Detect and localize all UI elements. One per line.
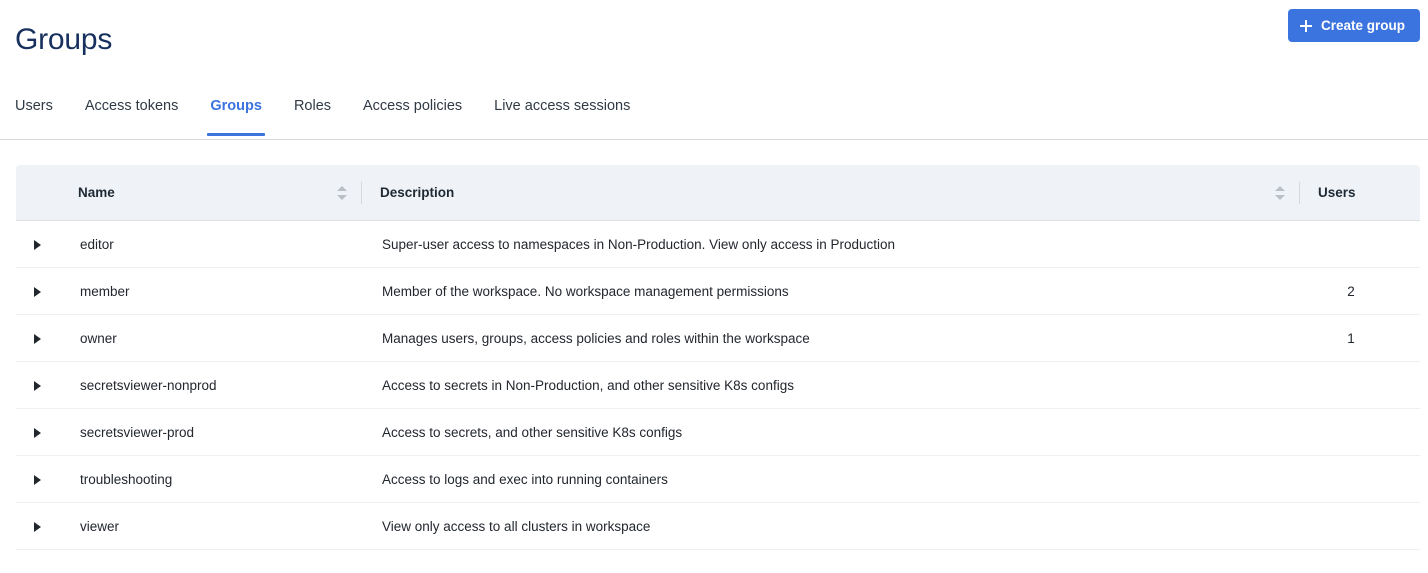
cell-group-description: Super-user access to namespaces in Non-P…: [380, 220, 1318, 268]
cell-group-name: viewer: [78, 502, 380, 550]
table-row[interactable]: secretsviewer-prod Access to secrets, and…: [16, 408, 1420, 456]
tab-access-policies[interactable]: Access policies: [363, 98, 462, 136]
chevron-right-icon[interactable]: [34, 427, 41, 438]
groups-table: Name Description Users editor Super-user…: [16, 165, 1420, 550]
row-expand-cell[interactable]: [16, 408, 78, 456]
table-header-row: Name Description Users: [16, 165, 1420, 221]
cell-group-name: member: [78, 267, 380, 315]
column-header-name: Name: [78, 165, 380, 221]
column-header-name-label: Name: [78, 185, 115, 200]
row-expand-cell[interactable]: [16, 502, 78, 550]
cell-group-description: Access to secrets in Non-Production, and…: [380, 361, 1318, 409]
column-header-users-label: Users: [1318, 185, 1356, 200]
cell-group-description: View only access to all clusters in work…: [380, 502, 1318, 550]
chevron-right-icon[interactable]: [34, 521, 41, 532]
cell-group-users: [1318, 455, 1420, 503]
table-row[interactable]: owner Manages users, groups, access polic…: [16, 314, 1420, 362]
cell-group-name: secretsviewer-nonprod: [78, 361, 380, 409]
tab-groups[interactable]: Groups: [207, 98, 265, 136]
chevron-right-icon[interactable]: [34, 239, 41, 250]
create-group-button[interactable]: Create group: [1287, 9, 1420, 42]
row-expand-cell[interactable]: [16, 220, 78, 268]
cell-group-description: Access to secrets, and other sensitive K…: [380, 408, 1318, 456]
cell-group-description: Access to logs and exec into running con…: [380, 455, 1318, 503]
row-expand-cell[interactable]: [16, 267, 78, 315]
sort-description-icon[interactable]: [1275, 185, 1285, 201]
tab-access-tokens[interactable]: Access tokens: [85, 98, 179, 136]
chevron-right-icon[interactable]: [34, 380, 41, 391]
cell-group-users: [1318, 220, 1420, 268]
column-divider: [361, 181, 362, 204]
table-body: editor Super-user access to namespaces in…: [16, 220, 1420, 550]
cell-group-users: [1318, 361, 1420, 409]
column-divider: [1299, 181, 1300, 204]
table-row[interactable]: troubleshooting Access to logs and exec i…: [16, 455, 1420, 503]
page-header: Groups Create group: [0, 0, 1428, 86]
cell-group-name: secretsviewer-prod: [78, 408, 380, 456]
plus-icon: [1299, 19, 1312, 32]
cell-group-description: Manages users, groups, access policies a…: [380, 314, 1318, 362]
row-expand-cell[interactable]: [16, 314, 78, 362]
page-title: Groups: [15, 23, 113, 56]
create-group-button-label: Create group: [1320, 18, 1405, 33]
tab-roles[interactable]: Roles: [294, 98, 331, 136]
column-header-toggle: [16, 165, 78, 221]
tab-users[interactable]: Users: [15, 98, 53, 136]
cell-group-users: 2: [1318, 267, 1420, 315]
chevron-right-icon[interactable]: [34, 333, 41, 344]
cell-group-users: 1: [1318, 314, 1420, 362]
cell-group-name: owner: [78, 314, 380, 362]
groups-page: Groups Create group Users Access tokens Gr…: [0, 0, 1428, 573]
tab-bar: Users Access tokens Groups Roles Access poli…: [0, 98, 1428, 140]
sort-name-icon[interactable]: [337, 185, 347, 201]
table-row[interactable]: secretsviewer-nonprod Access to secrets i…: [16, 361, 1420, 409]
table-header: Name Description Users: [16, 165, 1420, 221]
tab-live-access-sessions[interactable]: Live access sessions: [494, 98, 630, 136]
table-row[interactable]: viewer View only access to all clusters i…: [16, 502, 1420, 550]
cell-group-description: Member of the workspace. No workspace ma…: [380, 267, 1318, 315]
table-row[interactable]: member Member of the workspace. No worksp…: [16, 267, 1420, 315]
column-header-description: Description: [380, 165, 1318, 221]
cell-group-name: editor: [78, 220, 380, 268]
column-header-description-label: Description: [380, 185, 455, 200]
cell-group-users: [1318, 502, 1420, 550]
row-expand-cell[interactable]: [16, 455, 78, 503]
cell-group-name: troubleshooting: [78, 455, 380, 503]
row-expand-cell[interactable]: [16, 361, 78, 409]
chevron-right-icon[interactable]: [34, 474, 41, 485]
chevron-right-icon[interactable]: [34, 286, 41, 297]
groups-table-container: Name Description Users editor Super-user…: [16, 165, 1420, 550]
cell-group-users: [1318, 408, 1420, 456]
column-header-users: Users: [1318, 165, 1420, 221]
table-row[interactable]: editor Super-user access to namespaces in…: [16, 220, 1420, 268]
